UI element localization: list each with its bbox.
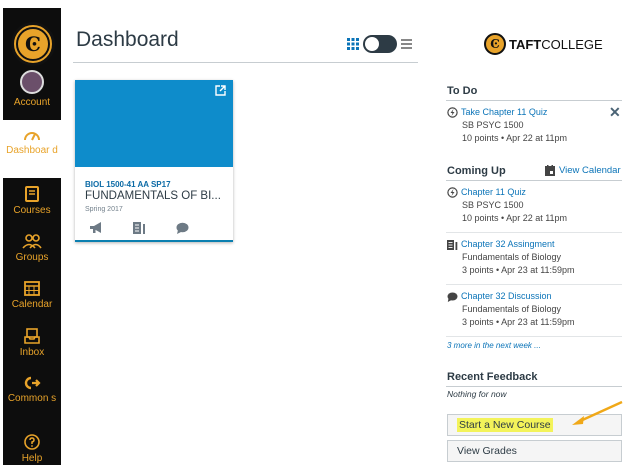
quiz-icon <box>447 187 458 198</box>
global-nav: Ͼ Account Dashboar d Courses Groups Cale… <box>3 8 61 465</box>
coming-up-item-course: Fundamentals of Biology <box>462 252 562 262</box>
more-next-week-link[interactable]: 3 more in the next week ... <box>447 341 541 350</box>
commons-icon <box>24 376 41 390</box>
calendar-small-icon <box>545 165 555 176</box>
course-term: Spring 2017 <box>85 206 123 213</box>
todo-heading: To Do <box>447 85 478 97</box>
announcements-icon[interactable] <box>89 222 103 234</box>
nav-groups-label: Groups <box>15 252 49 263</box>
external-link-icon[interactable] <box>215 85 226 96</box>
nav-dashboard[interactable]: Dashboar d <box>3 120 61 178</box>
title-divider <box>73 62 418 63</box>
nav-help-label: Help <box>21 453 43 464</box>
taft-college-brand: Ͼ TAFTCOLLEGE <box>484 33 603 55</box>
nav-calendar-label: Calendar <box>11 299 53 310</box>
nav-dashboard-label: Dashboar d <box>6 145 58 156</box>
nav-commons[interactable]: Common s <box>3 376 61 405</box>
page-title: Dashboard <box>76 28 179 51</box>
view-calendar-label[interactable]: View Calendar <box>559 165 621 176</box>
dashboard-icon <box>24 132 40 141</box>
start-new-course-label: Start a New Course <box>457 418 553 432</box>
coming-up-divider <box>446 180 622 181</box>
view-toggle-switch[interactable] <box>363 35 397 53</box>
brand-rest: COLLEGE <box>541 36 603 52</box>
nav-courses[interactable]: Courses <box>3 186 61 217</box>
taft-college-logo[interactable]: Ͼ <box>11 22 55 66</box>
nav-account-label: Account <box>13 97 51 108</box>
groups-icon <box>22 234 42 249</box>
coming-up-item: Chapter 32 Discussion Fundamentals of Bi… <box>447 290 622 329</box>
nav-groups[interactable]: Groups <box>3 233 61 264</box>
item-divider <box>446 232 622 233</box>
nav-commons-label: Common s <box>7 393 57 404</box>
courses-icon <box>25 186 39 202</box>
todo-item-course: SB PSYC 1500 <box>462 120 524 130</box>
course-card-actions <box>89 222 189 234</box>
discussion-icon <box>447 292 458 302</box>
list-view-icon[interactable] <box>401 39 412 49</box>
recent-feedback-empty: Nothing for now <box>447 389 507 399</box>
brand-bold: TAFT <box>509 36 542 52</box>
discussions-icon[interactable] <box>176 222 189 234</box>
dismiss-todo-icon[interactable]: ✕ <box>609 104 621 121</box>
coming-up-item: Chapter 32 Assingment Fundamentals of Bi… <box>447 238 622 277</box>
view-grades-button[interactable]: View Grades <box>447 440 622 462</box>
taft-seal-icon: Ͼ <box>484 33 506 55</box>
coming-up-item-meta: 3 points • Apr 23 at 11:59pm <box>462 265 575 275</box>
coming-up-item-meta: 3 points • Apr 23 at 11:59pm <box>462 317 575 327</box>
calendar-icon <box>24 281 40 296</box>
view-calendar-link[interactable]: View Calendar <box>545 165 621 176</box>
todo-item: Take Chapter 11 Quiz SB PSYC 1500 10 poi… <box>447 106 622 145</box>
item-divider <box>446 336 622 337</box>
coming-up-item-meta: 10 points • Apr 22 at 11pm <box>462 213 568 223</box>
nav-account[interactable]: Account <box>3 70 61 109</box>
inbox-icon <box>24 328 40 344</box>
coming-up-item-course: Fundamentals of Biology <box>462 304 562 314</box>
coming-up-heading: Coming Up <box>447 165 506 177</box>
recent-feedback-heading: Recent Feedback <box>447 371 538 383</box>
todo-item-title[interactable]: Take Chapter 11 Quiz <box>461 106 547 119</box>
coming-up-item: Chapter 11 Quiz SB PSYC 1500 10 points •… <box>447 186 622 225</box>
recent-feedback-divider <box>446 386 622 387</box>
view-toggle[interactable] <box>347 35 412 53</box>
nav-inbox-label: Inbox <box>19 347 45 358</box>
quiz-icon <box>447 107 458 118</box>
nav-inbox[interactable]: Inbox <box>3 328 61 359</box>
assignments-icon[interactable] <box>133 222 146 234</box>
nav-calendar[interactable]: Calendar <box>3 280 61 311</box>
view-grades-label: View Grades <box>457 445 517 457</box>
nav-help[interactable]: Help <box>3 434 61 465</box>
coming-up-item-title[interactable]: Chapter 32 Assingment <box>461 238 555 251</box>
course-name[interactable]: FUNDAMENTALS OF BI... <box>85 190 221 202</box>
coming-up-item-course: SB PSYC 1500 <box>462 200 524 210</box>
todo-item-meta: 10 points • Apr 22 at 11pm <box>462 133 568 143</box>
card-view-icon[interactable] <box>347 38 359 50</box>
todo-divider <box>446 100 622 101</box>
item-divider <box>446 284 622 285</box>
coming-up-item-title[interactable]: Chapter 32 Discussion <box>461 290 552 303</box>
avatar-icon <box>20 70 44 94</box>
course-card-hero[interactable] <box>75 80 233 167</box>
course-card[interactable]: BIOL 1500-41 AA SP17 FUNDAMENTALS OF BI.… <box>75 80 233 242</box>
help-icon <box>24 434 40 450</box>
annotation-arrow <box>572 400 623 425</box>
course-code[interactable]: BIOL 1500-41 AA SP17 <box>85 180 171 189</box>
coming-up-item-title[interactable]: Chapter 11 Quiz <box>461 186 526 199</box>
assignment-icon <box>447 239 458 250</box>
nav-courses-label: Courses <box>13 205 51 216</box>
